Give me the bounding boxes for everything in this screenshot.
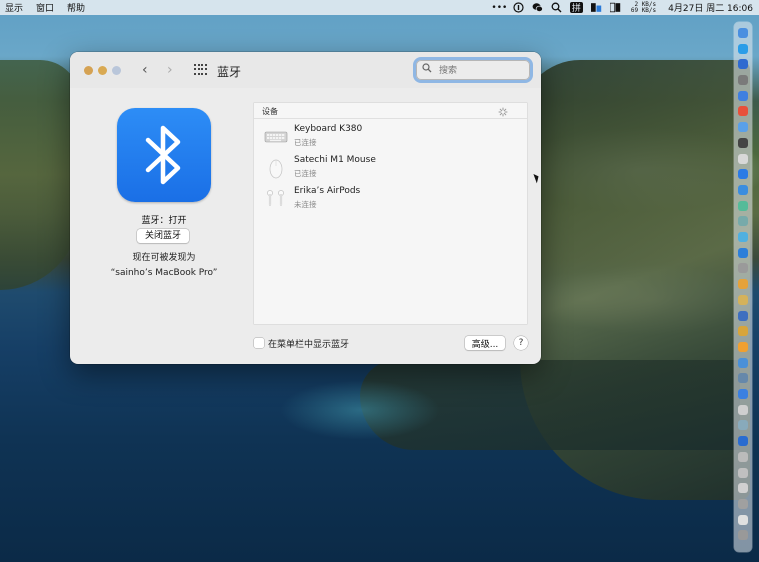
dock-app-icon[interactable] <box>738 184 748 195</box>
dock-app-icon[interactable] <box>738 420 748 431</box>
menu-bar: 显示 窗口 帮助 ••• 拼 2 KB/s 69 KB/s 4月27日 周二 1… <box>0 0 759 15</box>
show-in-menubar-label: 在菜单栏中显示蓝牙 <box>268 340 350 350</box>
device-name: Satechi M1 Mouse <box>294 155 376 165</box>
zoom-window-button[interactable] <box>112 66 121 75</box>
dock-app-icon[interactable] <box>738 530 748 541</box>
bluetooth-status: 蓝牙：打开 <box>141 216 187 226</box>
menu-view[interactable]: 显示 <box>5 1 23 14</box>
device-status: 已连接 <box>294 169 317 178</box>
dock-app-icon[interactable] <box>738 373 748 384</box>
device-name: Erika’s AirPods <box>294 186 361 196</box>
dock-app-icon[interactable] <box>738 216 748 227</box>
search-field[interactable] <box>416 60 530 80</box>
computer-name: “sainho’s MacBook Pro” <box>110 268 218 278</box>
dock-app-icon[interactable] <box>738 279 748 290</box>
cpu-monitor-icon[interactable] <box>590 2 602 13</box>
show-in-menubar-checkbox[interactable] <box>254 338 264 348</box>
bluetooth-logo-tile <box>117 108 211 202</box>
dock-app-icon[interactable] <box>738 75 748 86</box>
dock-app-icon[interactable] <box>738 389 748 400</box>
net-down-speed: 69 KB/s <box>630 6 657 14</box>
dock-app-icon[interactable] <box>738 90 748 101</box>
more-icon[interactable]: ••• <box>491 2 507 13</box>
minimize-window-button[interactable] <box>98 66 107 75</box>
dock-app-icon[interactable] <box>738 106 748 117</box>
bluetooth-icon <box>145 125 181 185</box>
device-row-airpods[interactable]: Erika’s AirPods 未连接 <box>254 185 527 215</box>
dock-app-icon[interactable] <box>738 341 748 352</box>
network-speed: 2 KB/s 69 KB/s <box>630 1 657 14</box>
dock <box>734 22 752 552</box>
window-title: 蓝牙 <box>217 65 242 79</box>
spotlight-icon[interactable] <box>551 2 562 13</box>
close-window-button[interactable] <box>84 66 93 75</box>
wallpaper-water <box>280 380 440 440</box>
device-status: 未连接 <box>294 200 317 209</box>
dock-app-icon[interactable] <box>738 43 748 54</box>
dock-app-icon[interactable] <box>738 326 748 337</box>
dock-app-icon[interactable] <box>738 514 748 525</box>
device-name: Keyboard K380 <box>294 124 363 134</box>
dock-app-icon[interactable] <box>738 169 748 180</box>
device-row-keyboard[interactable]: Keyboard K380 已连接 <box>254 123 527 153</box>
dock-app-icon[interactable] <box>738 498 748 509</box>
help-button[interactable]: ? <box>514 336 528 350</box>
dock-app-icon[interactable] <box>738 357 748 368</box>
wechat-icon[interactable] <box>532 2 543 13</box>
devices-list[interactable]: 设备 Keyboard K380 已连接 Satechi M1 Mouse 已连… <box>254 103 527 324</box>
dock-app-icon[interactable] <box>738 200 748 211</box>
discoverable-label: 现在可被发现为 <box>132 253 196 263</box>
mouse-icon <box>269 159 283 179</box>
dock-app-icon[interactable] <box>738 137 748 148</box>
forward-button[interactable]: › <box>167 62 173 78</box>
loading-spinner-icon <box>498 107 508 117</box>
dock-app-icon[interactable] <box>738 59 748 70</box>
menu-help[interactable]: 帮助 <box>67 1 85 14</box>
dock-app-icon[interactable] <box>738 451 748 462</box>
menubar-clock[interactable]: 4月27日 周二 16:06 <box>668 1 753 14</box>
dock-app-icon[interactable] <box>738 122 748 133</box>
dock-app-icon[interactable] <box>738 153 748 164</box>
dock-app-icon[interactable] <box>738 294 748 305</box>
search-icon <box>422 63 432 76</box>
airpods-icon <box>267 190 284 206</box>
device-status: 已连接 <box>294 138 317 147</box>
search-input[interactable] <box>437 62 529 79</box>
title-bar: ‹ › 蓝牙 <box>70 52 541 88</box>
dock-app-icon[interactable] <box>738 436 748 447</box>
dock-app-icon[interactable] <box>738 483 748 494</box>
advanced-button[interactable]: 高级... <box>465 336 505 350</box>
memory-monitor-icon[interactable] <box>609 2 621 13</box>
one-password-icon[interactable] <box>513 2 524 13</box>
header-divider <box>254 118 527 119</box>
keyboard-icon <box>264 131 288 143</box>
devices-header: 设备 <box>262 107 278 116</box>
dock-app-icon[interactable] <box>738 247 748 258</box>
show-all-grid-icon[interactable] <box>194 64 208 75</box>
turn-off-bluetooth-button[interactable]: 关闭蓝牙 <box>137 229 189 243</box>
wallpaper-hill-left <box>0 60 80 290</box>
bluetooth-preferences-window: ‹ › 蓝牙 蓝牙：打开 关闭蓝牙 现在可被发现为 “sainho’s MacB… <box>70 52 541 364</box>
menu-window[interactable]: 窗口 <box>36 1 54 14</box>
back-button[interactable]: ‹ <box>142 62 148 78</box>
status-area: ••• 拼 2 KB/s 69 KB/s 4月27日 周二 16:06 <box>490 0 759 15</box>
dock-app-icon[interactable] <box>738 263 748 274</box>
device-row-mouse[interactable]: Satechi M1 Mouse 已连接 <box>254 154 527 184</box>
dock-app-icon[interactable] <box>738 467 748 478</box>
dock-app-icon[interactable] <box>738 28 748 38</box>
input-method-icon[interactable]: 拼 <box>569 2 583 14</box>
dock-app-icon[interactable] <box>738 310 748 321</box>
dock-app-icon[interactable] <box>738 404 748 415</box>
dock-app-icon[interactable] <box>738 232 748 243</box>
